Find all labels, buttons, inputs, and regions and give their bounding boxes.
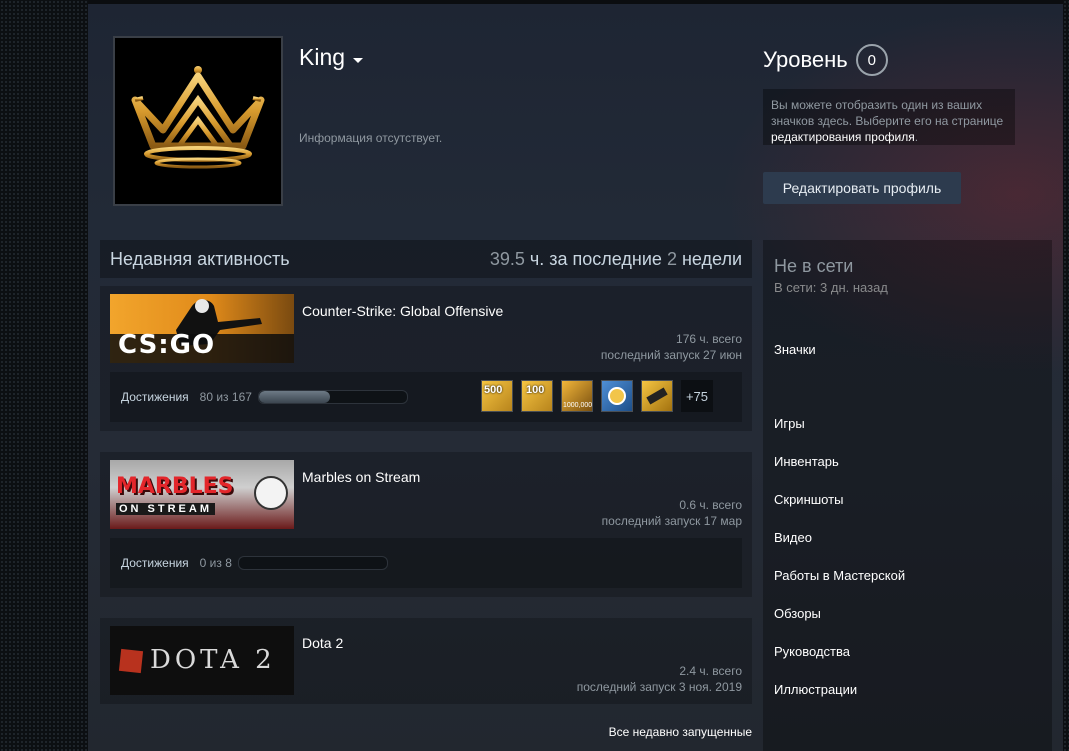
weapon-medal-icon[interactable] bbox=[641, 380, 673, 412]
game-last-played: последний запуск 27 июн bbox=[600, 348, 742, 362]
game-title-dota2[interactable]: Dota 2 bbox=[302, 635, 343, 651]
achievements-progress-bar bbox=[237, 556, 388, 570]
game-title-csgo[interactable]: Counter-Strike: Global Offensive bbox=[302, 303, 503, 319]
recent-activity-title: Недавняя активность bbox=[110, 248, 290, 269]
sidebar-item-workshop[interactable]: Работы в Мастерской bbox=[774, 568, 905, 583]
achievement-500-label: 500 bbox=[484, 384, 503, 396]
all-recent-games-link[interactable]: Все недавно запущенные bbox=[609, 725, 752, 739]
game-capsule-dota2[interactable]: DOTA 2 bbox=[110, 626, 294, 695]
recent-activity-hours: 39.5 ч. за последние 2 недели bbox=[490, 249, 742, 270]
background-pattern-right bbox=[1063, 0, 1069, 751]
game-last-played: последний запуск 17 мар bbox=[601, 514, 742, 528]
game-card-marbles: MARBLES ON STREAM Marbles on Stream 0.6 … bbox=[100, 452, 752, 597]
last-online: В сети: 3 дн. назад bbox=[774, 280, 888, 295]
achievement-100-label: 100 bbox=[526, 384, 545, 396]
sidebar-item-artwork[interactable]: Иллюстрации bbox=[774, 682, 857, 697]
marbles-logo-subtext: ON STREAM bbox=[116, 503, 215, 515]
game-title-marbles[interactable]: Marbles on Stream bbox=[302, 469, 420, 485]
badge-note-suffix: . bbox=[914, 130, 919, 144]
achievement-1000000-icon[interactable]: 1000,000 bbox=[561, 380, 593, 412]
sidebar-item-badges[interactable]: Значки bbox=[774, 342, 816, 357]
achievements-count: 80 из 167 bbox=[199, 390, 252, 404]
profile-page: King Информация отсутствует. Уровень 0 В… bbox=[88, 4, 1063, 751]
recent-activity-header: Недавняя активность 39.5 ч. за последние… bbox=[100, 240, 752, 278]
achievements-label: Достижения bbox=[121, 390, 189, 404]
game-stats-dota2: 2.4 ч. всего последний запуск 3 ноя. 201… bbox=[577, 663, 742, 695]
sidebar-item-inventory[interactable]: Инвентарь bbox=[774, 454, 839, 469]
game-capsule-marbles[interactable]: MARBLES ON STREAM bbox=[110, 460, 294, 529]
sidebar-item-guides[interactable]: Руководства bbox=[774, 644, 850, 659]
sidebar-item-games[interactable]: Игры bbox=[774, 416, 805, 431]
hours-unit: ч. за последние bbox=[529, 248, 662, 269]
profile-summary: Информация отсутствует. bbox=[299, 131, 443, 145]
level-label: Уровень bbox=[763, 47, 848, 72]
achievement-1000000-label: 1000,000 bbox=[563, 402, 593, 409]
badge-note-text: Вы можете отобразить один из ваших значк… bbox=[771, 98, 1004, 128]
weeks-number: 2 bbox=[666, 248, 677, 269]
dota-logo-icon bbox=[118, 648, 144, 674]
level-badge[interactable]: 0 bbox=[855, 44, 888, 76]
hours-number: 39.5 bbox=[489, 248, 525, 269]
game-last-played: последний запуск 3 ноя. 2019 bbox=[576, 680, 742, 694]
profile-sidebar: Не в сети В сети: 3 дн. назад Значки Игр… bbox=[763, 240, 1052, 751]
game-card-dota2: DOTA 2 Dota 2 2.4 ч. всего последний зап… bbox=[100, 618, 752, 704]
crown-icon bbox=[131, 66, 265, 169]
weeks-unit: недели bbox=[681, 248, 742, 269]
achievement-100-icon[interactable]: 100 bbox=[521, 380, 553, 412]
edit-profile-link[interactable]: редактирования профиля bbox=[771, 130, 915, 144]
csgo-logo-text: CS:GO bbox=[118, 330, 216, 360]
achievements-label: Достижения bbox=[121, 556, 189, 570]
sidebar-item-reviews[interactable]: Обзоры bbox=[774, 606, 821, 621]
marble-ball-icon bbox=[254, 476, 288, 510]
edit-profile-button[interactable]: Редактировать профиль bbox=[763, 172, 961, 204]
game-hours-total: 2.4 ч. всего bbox=[679, 664, 742, 678]
achievements-count: 0 из 8 bbox=[199, 556, 232, 570]
achievements-row-marbles[interactable]: Достижения 0 из 8 bbox=[110, 538, 742, 588]
achievement-icons: 500 100 1000,000 +75 bbox=[481, 380, 713, 412]
sidebar-item-videos[interactable]: Видео bbox=[774, 530, 812, 545]
persona-name[interactable]: King bbox=[299, 44, 364, 71]
achievements-progress-bar bbox=[257, 390, 408, 404]
achievements-progress-fill bbox=[258, 391, 330, 403]
game-hours-total: 0.6 ч. всего bbox=[679, 498, 742, 512]
more-achievements-button[interactable]: +75 bbox=[681, 380, 713, 412]
persona-name-text: King bbox=[299, 44, 346, 70]
achievements-row-csgo[interactable]: Достижения 80 из 167 500 100 1000,000 +7… bbox=[110, 372, 742, 422]
game-capsule-csgo[interactable]: CS:GO bbox=[110, 294, 294, 363]
game-stats-marbles: 0.6 ч. всего последний запуск 17 мар bbox=[602, 497, 742, 529]
online-status: Не в сети bbox=[774, 256, 854, 276]
achievement-500-icon[interactable]: 500 bbox=[481, 380, 513, 412]
level-row: Уровень 0 bbox=[763, 44, 888, 76]
background-pattern-left bbox=[0, 0, 88, 751]
chevron-down-icon[interactable] bbox=[353, 58, 364, 63]
avatar[interactable] bbox=[113, 36, 283, 206]
sidebar-item-screenshots[interactable]: Скриншоты bbox=[774, 492, 843, 507]
game-stats-csgo: 176 ч. всего последний запуск 27 июн bbox=[601, 331, 742, 363]
badge-note: Вы можете отобразить один из ваших значк… bbox=[763, 89, 1015, 145]
dota-logo-text: DOTA 2 bbox=[150, 645, 276, 675]
game-hours-total: 176 ч. всего bbox=[676, 332, 742, 346]
game-card-csgo: CS:GO Counter-Strike: Global Offensive 1… bbox=[100, 286, 752, 431]
marbles-logo-text: MARBLES bbox=[116, 474, 234, 499]
ribbon-medal-icon[interactable] bbox=[601, 380, 633, 412]
